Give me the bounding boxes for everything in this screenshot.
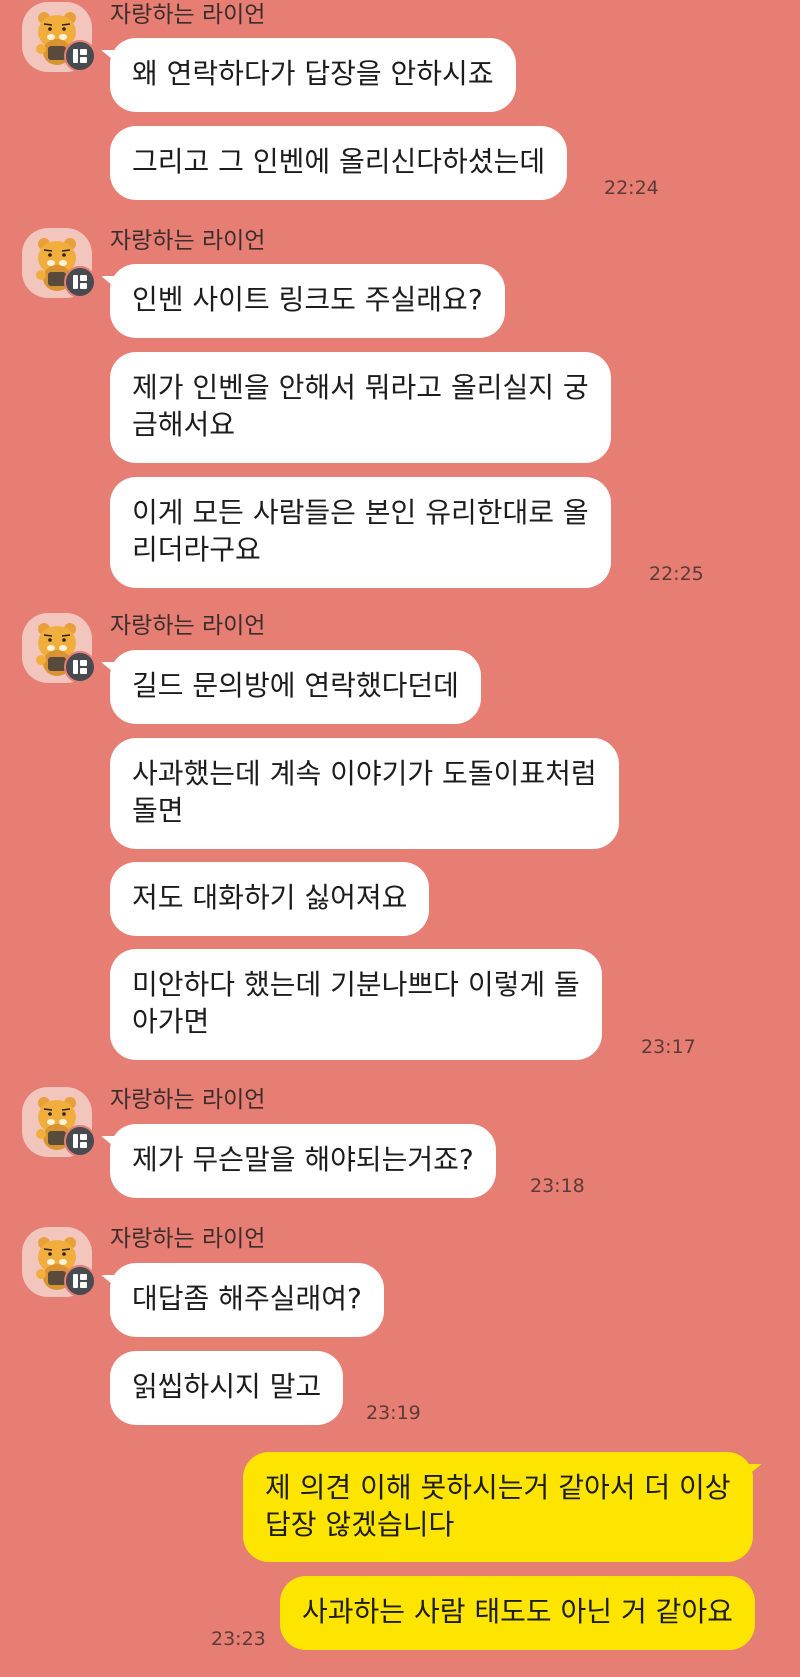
message-time: 23:17 <box>641 1036 696 1058</box>
message-time: 23:18 <box>530 1175 585 1197</box>
sender-name: 자랑하는 라이언 <box>110 228 266 254</box>
chat-area[interactable]: 자랑하는 라이언 왜 연락하다가 답장을 안하시죠 그리고 그 인벤에 올리신다… <box>0 0 800 1677</box>
avatar[interactable] <box>22 1087 96 1159</box>
avatar[interactable] <box>22 613 96 685</box>
sender-name: 자랑하는 라이언 <box>110 2 266 28</box>
message-bubble[interactable]: 제가 인벤을 안해서 뭐라고 올리실지 궁 금해서요 <box>110 352 611 463</box>
my-message-bubble[interactable]: 사과하는 사람 태도도 아닌 거 같아요 <box>280 1576 755 1650</box>
message-bubble[interactable]: 길드 문의방에 연락했다던데 <box>110 650 481 724</box>
profile-badge-icon <box>64 1125 96 1157</box>
message-bubble[interactable]: 제가 무슨말을 해야되는거죠? <box>110 1124 496 1198</box>
message-time: 23:19 <box>366 1402 421 1424</box>
my-message-bubble[interactable]: 제 의견 이해 못하시는거 같아서 더 이상 답장 않겠습니다 <box>243 1452 753 1562</box>
profile-badge-icon <box>64 40 96 72</box>
avatar[interactable] <box>22 1227 96 1299</box>
profile-badge-icon <box>64 651 96 683</box>
message-bubble[interactable]: 그리고 그 인벤에 올리신다하셨는데 <box>110 126 568 200</box>
message-bubble[interactable]: 대답좀 해주실래여? <box>110 1263 384 1337</box>
profile-badge-icon <box>64 266 96 298</box>
message-bubble[interactable]: 왜 연락하다가 답장을 안하시죠 <box>110 38 516 112</box>
sender-name: 자랑하는 라이언 <box>110 613 266 639</box>
message-bubble[interactable]: 미안하다 했는데 기분나쁘다 이렇게 돌 아가면 <box>110 949 602 1060</box>
message-bubble[interactable]: 사과했는데 계속 이야기가 도돌이표처럼 돌면 <box>110 738 619 849</box>
message-time: 22:24 <box>604 177 659 199</box>
profile-badge-icon <box>64 1265 96 1297</box>
message-time: 23:23 <box>211 1628 266 1650</box>
message-bubble[interactable]: 읽씹하시지 말고 <box>110 1351 344 1425</box>
message-bubble[interactable]: 인벤 사이트 링크도 주실래요? <box>110 264 505 338</box>
avatar[interactable] <box>22 228 96 300</box>
message-bubble[interactable]: 저도 대화하기 싫어져요 <box>110 862 430 936</box>
sender-name: 자랑하는 라이언 <box>110 1226 266 1252</box>
sender-name: 자랑하는 라이언 <box>110 1087 266 1113</box>
message-time: 22:25 <box>649 563 704 585</box>
message-bubble[interactable]: 이게 모든 사람들은 본인 유리한대로 올 리더라구요 <box>110 477 611 588</box>
avatar[interactable] <box>22 2 96 74</box>
